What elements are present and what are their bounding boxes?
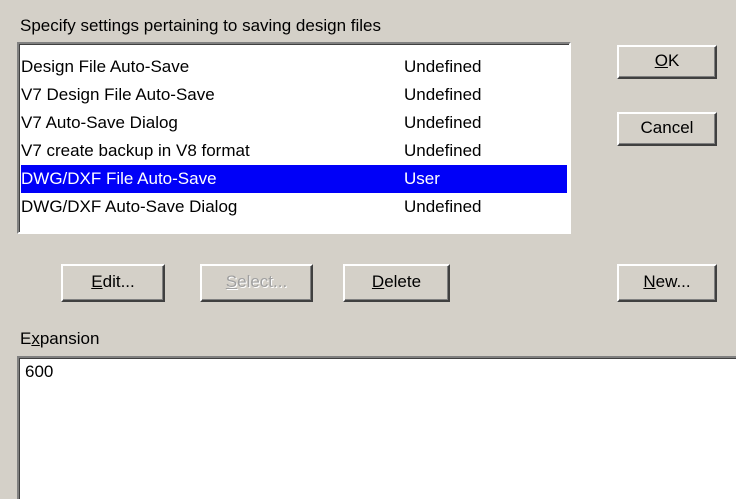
expansion-label-pre: E xyxy=(20,329,32,348)
cancel-button[interactable]: Cancel xyxy=(617,112,717,146)
select-mnemonic: S xyxy=(225,272,238,291)
expansion-textarea[interactable]: 600 xyxy=(17,356,736,499)
setting-name: V7 Design File Auto-Save xyxy=(21,85,215,104)
settings-caption: Specify settings pertaining to saving de… xyxy=(20,16,381,35)
edit-label: dit... xyxy=(102,272,135,291)
edit-mnemonic: E xyxy=(91,272,103,291)
setting-name: DWG/DXF File Auto-Save xyxy=(21,169,217,188)
setting-value: Undefined xyxy=(404,113,482,132)
settings-listbox[interactable]: Design File Auto-Save Undefined V7 Desig… xyxy=(17,42,571,234)
ok-mnemonic: O xyxy=(654,51,668,70)
settings-row[interactable]: V7 Design File Auto-Save Undefined xyxy=(21,81,567,109)
cancel-label: Cancel xyxy=(640,118,694,137)
select-label: elect... xyxy=(237,272,288,291)
setting-value: Undefined xyxy=(404,197,482,216)
setting-value: User xyxy=(404,169,440,188)
setting-name: V7 Auto-Save Dialog xyxy=(21,113,178,132)
setting-name: DWG/DXF Auto-Save Dialog xyxy=(21,197,238,216)
delete-label: elete xyxy=(384,272,422,291)
setting-value: Undefined xyxy=(404,57,482,76)
setting-name: V7 create backup in V8 format xyxy=(21,141,250,160)
settings-row[interactable]: DWG/DXF Auto-Save Dialog Undefined xyxy=(21,193,567,221)
expansion-label-mnemonic: x xyxy=(31,329,40,348)
delete-button[interactable]: Delete xyxy=(343,264,450,302)
ok-button[interactable]: OK xyxy=(617,45,717,79)
settings-row-selected[interactable]: DWG/DXF File Auto-Save User xyxy=(21,165,567,193)
delete-mnemonic: D xyxy=(371,272,385,291)
select-button[interactable]: Select... xyxy=(200,264,313,302)
new-mnemonic: N xyxy=(643,272,656,291)
setting-value: Undefined xyxy=(404,141,482,160)
settings-row[interactable]: Design File Auto-Save Undefined xyxy=(21,53,567,81)
new-button[interactable]: New... xyxy=(617,264,717,302)
settings-row[interactable]: V7 Auto-Save Dialog Undefined xyxy=(21,109,567,137)
new-label: ew... xyxy=(655,272,691,291)
setting-name: Design File Auto-Save xyxy=(21,57,190,76)
ok-label: K xyxy=(667,51,680,70)
expansion-label: Expansion xyxy=(20,329,99,349)
setting-value: Undefined xyxy=(404,85,482,104)
settings-row[interactable]: V7 create backup in V8 format Undefined xyxy=(21,137,567,165)
expansion-value: 600 xyxy=(25,362,54,381)
edit-button[interactable]: Edit... xyxy=(61,264,165,302)
expansion-label-post: pansion xyxy=(39,329,100,348)
